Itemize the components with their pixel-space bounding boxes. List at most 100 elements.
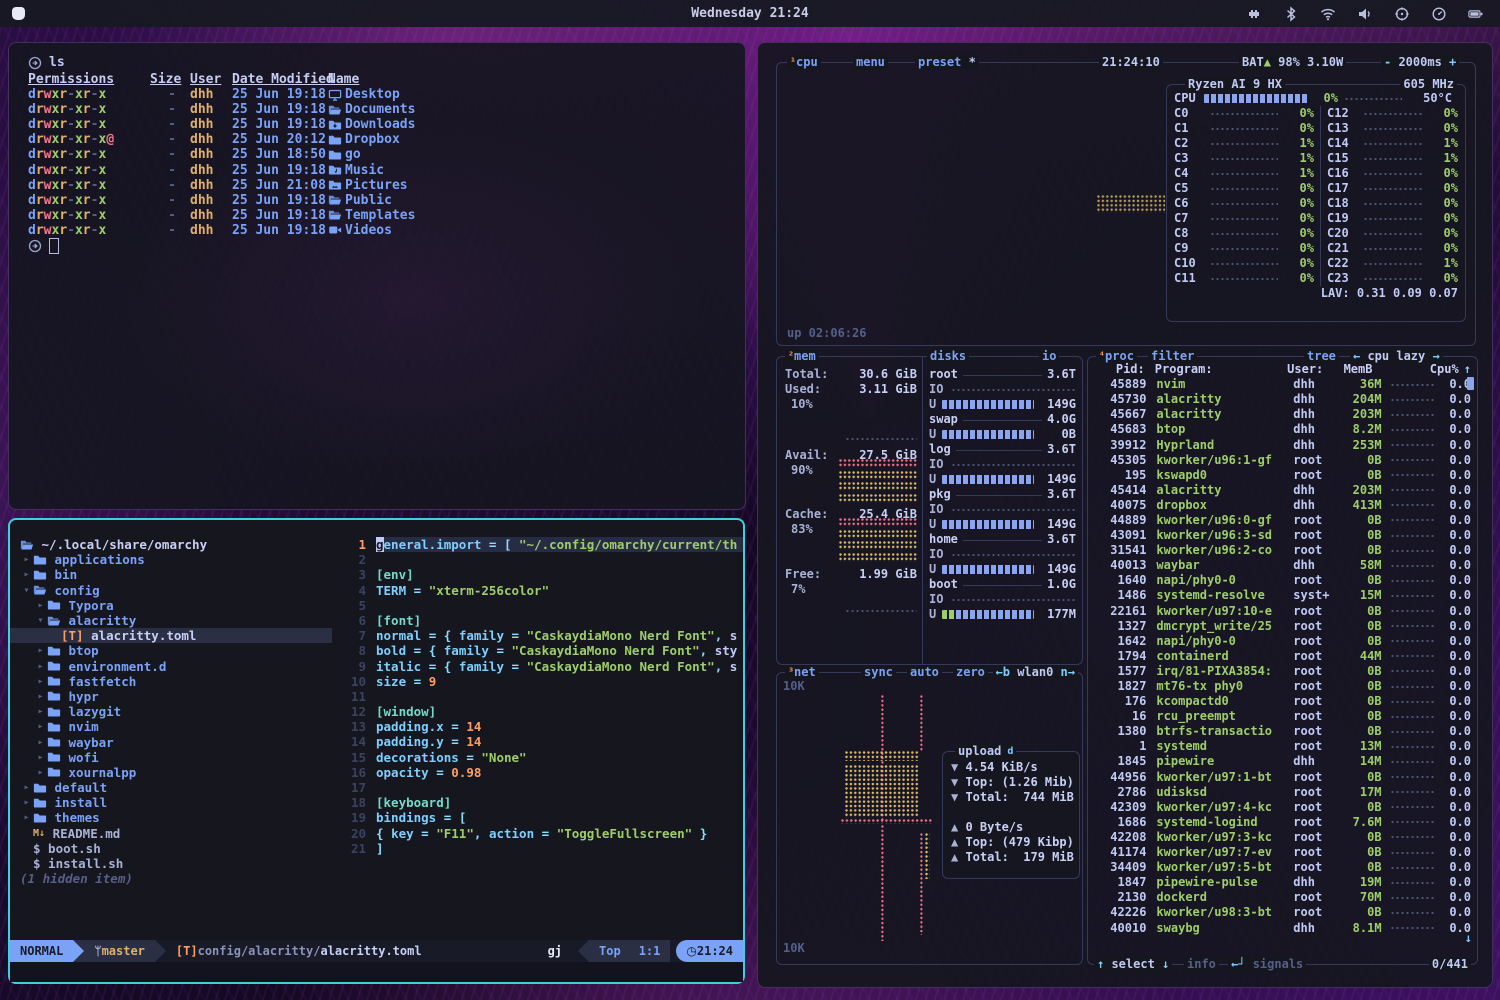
tree-item-wofi[interactable]: ▸ wofi xyxy=(10,750,332,765)
tree-item-hypr[interactable]: ▸ hypr xyxy=(10,689,332,704)
tree-item-themes[interactable]: ▸ themes xyxy=(10,810,332,825)
process-row[interactable]: 34409kworker/u97:5-btroot0B0.0 xyxy=(1096,860,1471,875)
tree-item-Typora[interactable]: ▸ Typora xyxy=(10,598,332,613)
process-row[interactable]: 22161kworker/u97:10-eroot0B0.0 xyxy=(1096,604,1471,619)
tree-item-lazygit[interactable]: ▸ lazygit xyxy=(10,704,332,719)
process-row[interactable]: 1686systemd-logindroot7.6M0.0 xyxy=(1096,815,1471,830)
battery-icon[interactable] xyxy=(1468,6,1484,22)
tab-cpu[interactable]: cpu xyxy=(796,55,818,70)
col-user[interactable]: User: xyxy=(1287,362,1329,377)
process-row[interactable]: 44956kworker/u97:1-btroot0B0.0 xyxy=(1096,770,1471,785)
process-row[interactable]: 176kcompactd0root0B0.0 xyxy=(1096,694,1471,709)
bluetooth-icon[interactable] xyxy=(1283,6,1299,22)
io-label[interactable]: io xyxy=(1042,349,1056,364)
btop-window[interactable]: ¹cpumenupreset *21:24:10BAT▲ 98% 3.10W- … xyxy=(757,42,1493,988)
tree-item-default[interactable]: ▸ default xyxy=(10,780,332,795)
net-auto-button[interactable]: auto xyxy=(907,665,942,680)
process-row[interactable]: 16rcu_preemptroot0B0.0 xyxy=(1096,709,1471,724)
process-row[interactable]: 45683btopdhh8.2M0.0 xyxy=(1096,422,1471,437)
process-row[interactable]: 44889kworker/u96:0-gfroot0B0.0 xyxy=(1096,513,1471,528)
process-row[interactable]: 1640napi/phy0-0root0B0.0 xyxy=(1096,573,1471,588)
process-row[interactable]: 1642napi/phy0-0root0B0.0 xyxy=(1096,634,1471,649)
editor-pane[interactable]: 123456789101112131415161718192021 genera… xyxy=(332,520,743,938)
process-row[interactable]: 40013waybardhh58M0.0 xyxy=(1096,558,1471,573)
col-program[interactable]: Program: xyxy=(1155,362,1287,377)
process-row[interactable]: 31541kworker/u96:2-coroot0B0.0 xyxy=(1096,543,1471,558)
net-zero-button[interactable]: zero xyxy=(953,665,988,680)
proc-program: dropbox xyxy=(1156,498,1293,513)
tree-root[interactable]: ~/.local/share/omarchy xyxy=(10,537,332,552)
neovim-window[interactable]: ~/.local/share/omarchy▸ applications▸ bi… xyxy=(8,518,745,984)
tree-item-applications[interactable]: ▸ applications xyxy=(10,552,332,567)
proc-select-keys[interactable]: ↑ select ↓ xyxy=(1094,957,1172,972)
process-row[interactable]: 1827mt76-tx phy0root0B0.0 xyxy=(1096,679,1471,694)
process-row[interactable]: 45305kworker/u96:1-gfroot0B0.0 xyxy=(1096,453,1471,468)
updates-icon[interactable] xyxy=(1246,6,1262,22)
process-row[interactable]: 43091kworker/u96:3-sdroot0B0.0 xyxy=(1096,528,1471,543)
tree-item-bin[interactable]: ▸ bin xyxy=(10,567,332,582)
interval-minus-button[interactable]: - xyxy=(1384,55,1398,70)
tree-item-btop[interactable]: ▸ btop xyxy=(10,643,332,658)
process-row[interactable]: 45667alacrittydhh203M0.0 xyxy=(1096,407,1471,422)
terminal-window-ls[interactable]: lsPermissionsSizeUserDate ModifiedNamedr… xyxy=(8,42,746,510)
shell-prompt-empty[interactable] xyxy=(28,238,735,254)
process-row[interactable]: 42309kworker/u97:4-kcroot0B0.0 xyxy=(1096,800,1471,815)
process-row[interactable]: 1380btrfs-transactioroot0B0.0 xyxy=(1096,724,1471,739)
process-row[interactable]: 40010swaybgdhh8.1M0.0 xyxy=(1096,920,1471,935)
process-row[interactable]: 42226kworker/u98:3-btroot0B0.0 xyxy=(1096,905,1471,920)
tree-item-waybar[interactable]: ▸ waybar xyxy=(10,734,332,749)
process-row[interactable]: 42208kworker/u97:3-kcroot0B0.0 xyxy=(1096,830,1471,845)
preset-button[interactable]: preset * xyxy=(915,55,979,70)
menu-button[interactable]: menu xyxy=(853,55,888,70)
process-row[interactable]: 1systemdroot13M0.0 xyxy=(1096,739,1471,754)
wifi-icon[interactable] xyxy=(1320,6,1336,22)
tree-item-alacritty[interactable]: ▾ alacritty xyxy=(10,613,332,628)
tab-mem[interactable]: mem xyxy=(794,349,816,364)
tab-net[interactable]: net xyxy=(794,665,816,680)
select-down-key[interactable]: ↓ xyxy=(1155,957,1169,972)
net-interface-switcher[interactable]: ←b wlan0 n→ xyxy=(993,665,1079,680)
process-row[interactable]: 1845pipewiredhh14M0.0 xyxy=(1096,754,1471,769)
screencast-icon[interactable] xyxy=(1394,6,1410,22)
process-row[interactable]: 45414alacrittydhh203M0.0 xyxy=(1096,483,1471,498)
tree-item-README.md[interactable]: M↓ README.md xyxy=(10,826,332,841)
power-profile-icon[interactable] xyxy=(1431,6,1447,22)
process-row[interactable]: 195kswapd0root0B0.0 xyxy=(1096,468,1471,483)
terminal-cursor[interactable] xyxy=(49,238,59,254)
process-row[interactable]: 39912Hyprlanddhh253M0.0 xyxy=(1096,437,1471,452)
process-row[interactable]: 1847pipewire-pulsedhh19M0.0 xyxy=(1096,875,1471,890)
process-row[interactable]: 41174kworker/u97:7-evroot0B0.0 xyxy=(1096,845,1471,860)
tree-item-install.sh[interactable]: $ install.sh xyxy=(10,856,332,871)
tree-item-install[interactable]: ▸ install xyxy=(10,795,332,810)
shell-prompt[interactable]: ls xyxy=(28,55,735,71)
iface-next-button[interactable]: n→ xyxy=(1053,665,1075,680)
proc-signals-button[interactable]: ←┘ signals xyxy=(1228,957,1306,972)
process-row[interactable]: 1577irq/81-PIXA3854:root0B0.0 xyxy=(1096,664,1471,679)
select-up-key[interactable]: ↑ xyxy=(1097,957,1111,972)
update-interval-control[interactable]: - 2000ms + xyxy=(1381,55,1459,70)
iface-prev-button[interactable]: ←b xyxy=(996,665,1018,680)
tree-item-environment.d[interactable]: ▸ environment.d xyxy=(10,659,332,674)
tree-item-config[interactable]: ▾ config xyxy=(10,583,332,598)
process-row[interactable]: 1794containerdroot44M0.0 xyxy=(1096,649,1471,664)
process-row[interactable]: 2130dockerdroot70M0.0 xyxy=(1096,890,1471,905)
net-sync-button[interactable]: sync xyxy=(861,665,896,680)
col-cpu[interactable]: Cpu% xyxy=(1430,362,1464,377)
process-row[interactable]: 1327dmcrypt_write/25root0B0.0 xyxy=(1096,619,1471,634)
tree-item-nvim[interactable]: ▸ nvim xyxy=(10,719,332,734)
col-pid[interactable]: Pid: xyxy=(1096,362,1145,377)
volume-icon[interactable] xyxy=(1357,6,1373,22)
process-row[interactable]: 1486systemd-resolvesyst+15M0.0 xyxy=(1096,588,1471,603)
tree-item-boot.sh[interactable]: $ boot.sh xyxy=(10,841,332,856)
tree-item-fastfetch[interactable]: ▸ fastfetch xyxy=(10,674,332,689)
tree-item-xournalpp[interactable]: ▸ xournalpp xyxy=(10,765,332,780)
interval-plus-button[interactable]: + xyxy=(1442,55,1456,70)
proc-info-button[interactable]: info xyxy=(1184,957,1219,972)
process-row[interactable]: 2786udisksdroot17M0.0 xyxy=(1096,785,1471,800)
proc-scrollbar[interactable] xyxy=(1467,377,1474,390)
col-mem[interactable]: MemB xyxy=(1329,362,1373,377)
process-row[interactable]: 45730alacrittydhh204M0.0 xyxy=(1096,392,1471,407)
tree-item-alacritty.toml[interactable]: [T] alacritty.toml xyxy=(10,628,332,643)
process-row[interactable]: 40075dropboxdhh413M0.0 xyxy=(1096,498,1471,513)
process-row[interactable]: 45889nvimdhh36M0.0 xyxy=(1096,377,1471,392)
